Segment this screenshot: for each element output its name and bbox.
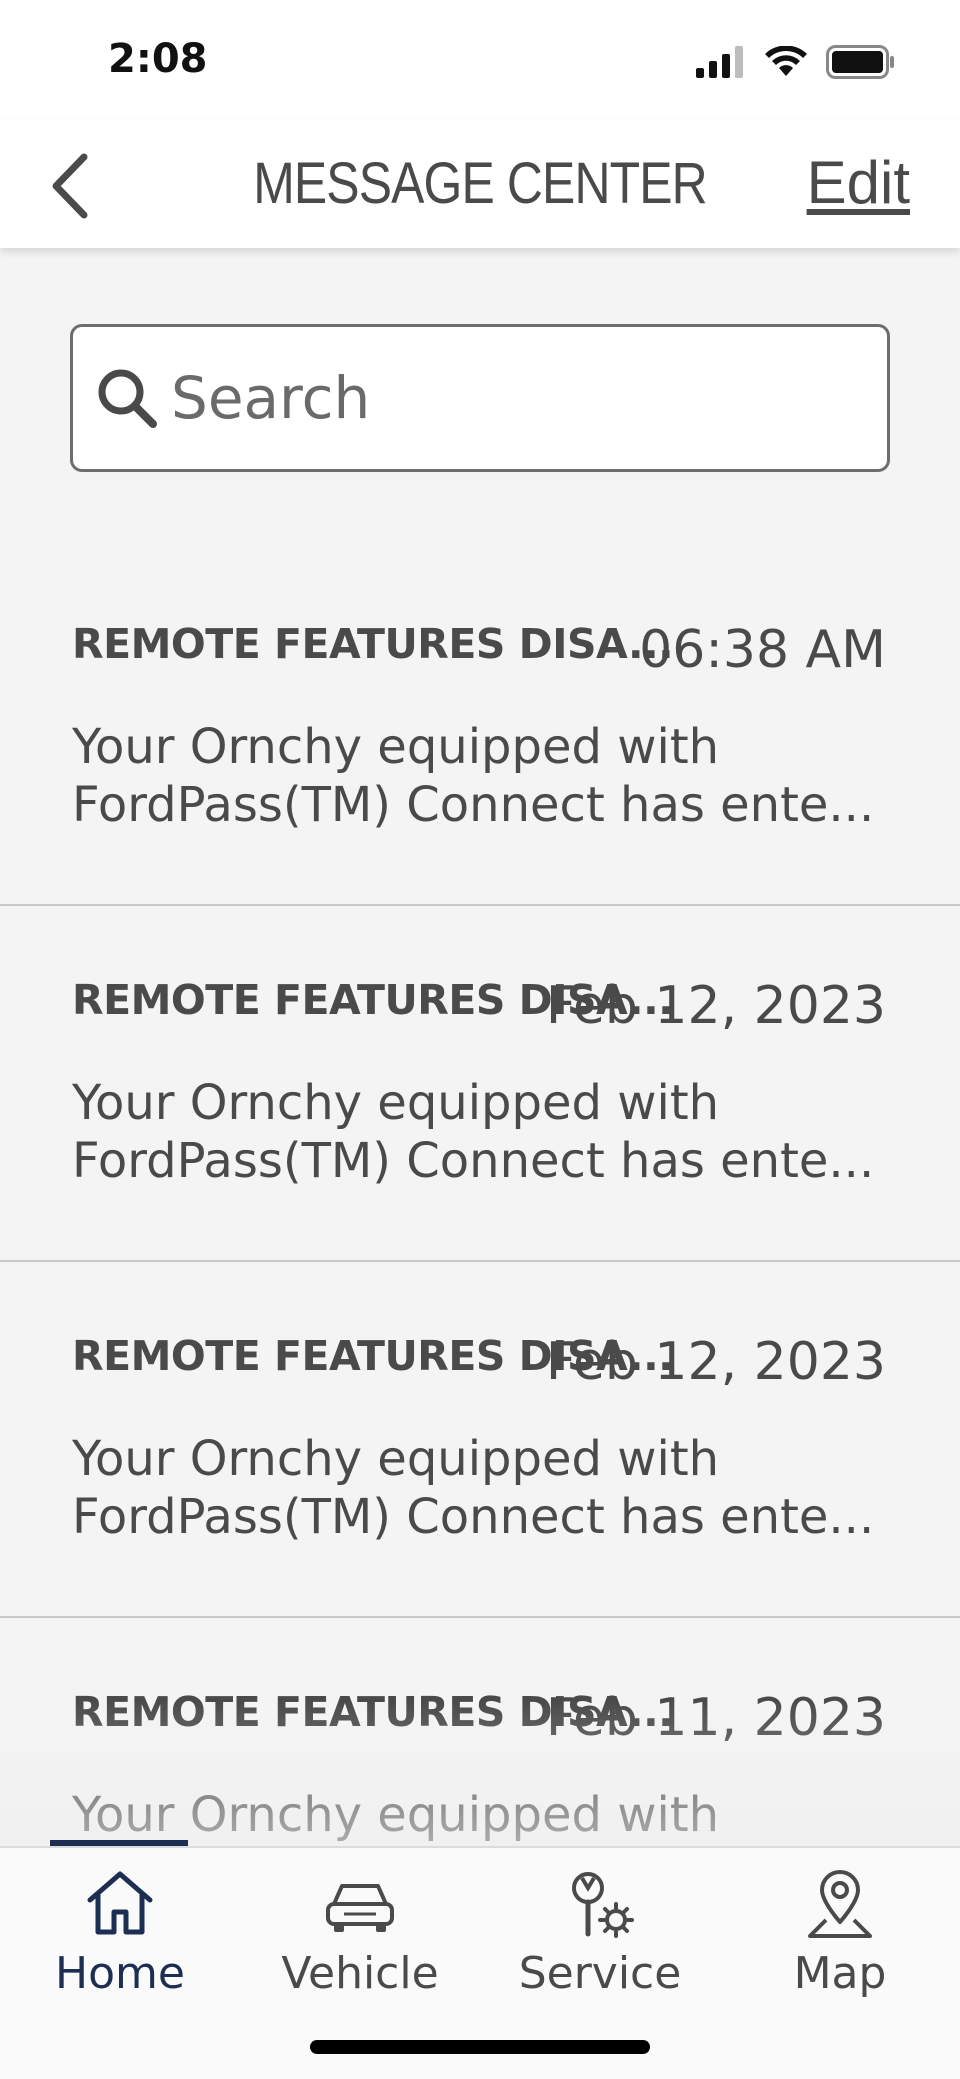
tab-vehicle[interactable]: Vehicle (240, 1864, 480, 2014)
message-preview: Your Ornchy equipped with FordPass(TM) C… (72, 1430, 892, 1546)
tab-map[interactable]: Map (720, 1864, 960, 2014)
active-tab-indicator (50, 1840, 188, 1846)
wifi-icon (765, 46, 807, 76)
status-time: 2:08 (108, 36, 208, 82)
message-date: Feb 12, 2023 (545, 976, 886, 1036)
message-preview-line: FordPass(TM) Connect has ente... (72, 1489, 875, 1545)
tab-vehicle-label: Vehicle (281, 1948, 439, 1999)
message-title: REMOTE FEATURES DISA... (72, 620, 672, 668)
search-icon (98, 369, 157, 428)
home-icon (87, 1871, 153, 1935)
message-item[interactable]: REMOTE FEATURES DISA... Feb 12, 2023 You… (0, 1262, 960, 1618)
message-list: REMOTE FEATURES DISA... 06:38 AM Your Or… (0, 550, 960, 1974)
car-icon (326, 1884, 394, 1932)
message-preview-line: Your Ornchy equipped with (72, 1431, 720, 1487)
battery-icon (826, 45, 894, 79)
search-field[interactable] (70, 324, 890, 472)
status-bar: 2:08 (0, 0, 960, 120)
cellular-signal-icon (696, 46, 743, 78)
tab-home-label: Home (55, 1948, 185, 1999)
message-date: Feb 11, 2023 (545, 1688, 886, 1748)
search-input[interactable] (171, 364, 871, 432)
message-preview-line: Your Ornchy equipped with (72, 1075, 720, 1131)
message-item[interactable]: REMOTE FEATURES DISA... Feb 12, 2023 You… (0, 906, 960, 1262)
status-icons (696, 44, 896, 80)
message-preview: Your Ornchy equipped with FordPass(TM) C… (72, 1074, 892, 1190)
tab-service[interactable]: Service (480, 1864, 720, 2014)
message-preview-line: FordPass(TM) Connect has ente... (72, 1133, 875, 1189)
home-indicator[interactable] (310, 2040, 650, 2054)
tab-service-label: Service (518, 1948, 682, 1999)
edit-button[interactable]: Edit (807, 148, 910, 217)
tab-map-label: Map (793, 1948, 887, 1999)
message-preview-line: Your Ornchy equipped with (72, 719, 720, 775)
message-item[interactable]: REMOTE FEATURES DISA... 06:38 AM Your Or… (0, 550, 960, 906)
map-pin-icon (808, 1870, 872, 1938)
page-title: MESSAGE CENTER (253, 151, 707, 216)
message-preview-line: FordPass(TM) Connect has ente... (72, 777, 875, 833)
message-preview-line: Your Ornchy equipped with (72, 1787, 720, 1843)
message-preview: Your Ornchy equipped with FordPass(TM) C… (72, 718, 892, 834)
wrench-gear-icon (572, 1872, 634, 1938)
app-header: MESSAGE CENTER Edit (0, 120, 960, 248)
tab-home[interactable]: Home (0, 1864, 240, 2014)
message-date: Feb 12, 2023 (545, 1332, 886, 1392)
message-date: 06:38 AM (639, 620, 886, 680)
message-preview: Your Ornchy equipped with (72, 1786, 892, 1844)
